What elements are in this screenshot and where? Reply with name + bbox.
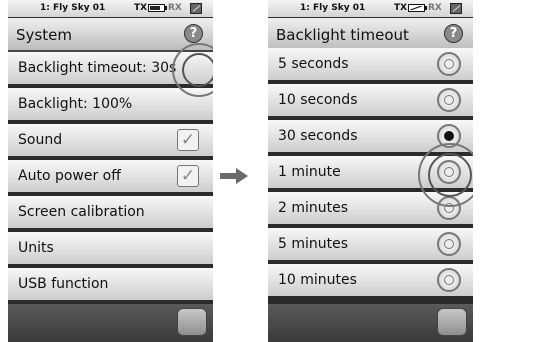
back-button[interactable] bbox=[437, 308, 467, 336]
option-label: 5 minutes bbox=[278, 236, 349, 252]
option-label: 10 minutes bbox=[278, 272, 357, 288]
option-10-seconds[interactable]: 10 seconds bbox=[268, 84, 473, 118]
radio-button[interactable] bbox=[437, 52, 461, 76]
option-5-seconds[interactable]: 5 seconds bbox=[268, 48, 473, 82]
auto-power-off-checkbox[interactable]: ✓ bbox=[177, 165, 199, 187]
back-button[interactable] bbox=[177, 308, 207, 336]
menu-item-label: Units bbox=[18, 240, 54, 256]
status-bar: 1: Fly Sky 01 TX RX bbox=[8, 0, 213, 17]
title-bar: System ? bbox=[8, 18, 213, 52]
check-icon: ✓ bbox=[180, 166, 196, 186]
tx-battery-icon bbox=[408, 4, 427, 12]
rx-signal-icon bbox=[190, 3, 202, 14]
check-icon: ✓ bbox=[180, 130, 196, 150]
menu-item-backlight-timeout[interactable]: Backlight timeout: 30s bbox=[8, 52, 213, 86]
rx-label: RX bbox=[428, 3, 442, 13]
backlight-timeout-screen: 1: Fly Sky 01 TX RX Backlight timeout ? … bbox=[268, 0, 473, 342]
model-name: 1: Fly Sky 01 bbox=[300, 3, 366, 13]
option-10-minutes[interactable]: 10 minutes bbox=[268, 264, 473, 298]
menu-item-label: Backlight timeout: 30s bbox=[18, 60, 177, 76]
menu-item-units[interactable]: Units bbox=[8, 232, 213, 266]
arrow-right-icon bbox=[220, 168, 248, 184]
radio-button[interactable] bbox=[437, 268, 461, 292]
help-icon[interactable]: ? bbox=[184, 24, 203, 43]
option-5-minutes[interactable]: 5 minutes bbox=[268, 228, 473, 262]
menu-item-label: Backlight: 100% bbox=[18, 96, 133, 112]
menu-item-screen-calibration[interactable]: Screen calibration bbox=[8, 196, 213, 230]
rx-signal-icon bbox=[450, 3, 462, 14]
menu-item-label: Screen calibration bbox=[18, 204, 145, 220]
radio-button-selected[interactable] bbox=[437, 124, 461, 148]
radio-button[interactable] bbox=[437, 160, 461, 184]
tx-label: TX bbox=[134, 3, 148, 13]
option-label: 30 seconds bbox=[278, 128, 358, 144]
option-label: 5 seconds bbox=[278, 56, 349, 72]
radio-button[interactable] bbox=[437, 88, 461, 112]
bottom-bar bbox=[8, 304, 213, 342]
menu-item-sound[interactable]: Sound ✓ bbox=[8, 124, 213, 158]
system-screen: 1: Fly Sky 01 TX RX System ? Backlight t… bbox=[8, 0, 213, 342]
model-name: 1: Fly Sky 01 bbox=[40, 3, 106, 13]
radio-button[interactable] bbox=[437, 232, 461, 256]
option-30-seconds[interactable]: 30 seconds bbox=[268, 120, 473, 154]
menu-item-label: Auto power off bbox=[18, 168, 121, 184]
help-icon[interactable]: ? bbox=[444, 24, 463, 43]
option-label: 1 minute bbox=[278, 164, 341, 180]
menu-item-label: USB function bbox=[18, 276, 109, 292]
option-label: 10 seconds bbox=[278, 92, 358, 108]
menu-item-label: Sound bbox=[18, 132, 63, 148]
title-bar: Backlight timeout ? bbox=[268, 18, 473, 52]
menu-item-usb-function[interactable]: USB function bbox=[8, 268, 213, 302]
page-title: Backlight timeout bbox=[276, 26, 409, 44]
bottom-bar bbox=[268, 304, 473, 342]
sound-checkbox[interactable]: ✓ bbox=[177, 129, 199, 151]
page-title: System bbox=[16, 26, 72, 44]
radio-button[interactable] bbox=[437, 196, 461, 220]
rx-label: RX bbox=[168, 3, 182, 13]
status-bar: 1: Fly Sky 01 TX RX bbox=[268, 0, 473, 17]
tx-battery-icon bbox=[148, 4, 167, 12]
option-2-minutes[interactable]: 2 minutes bbox=[268, 192, 473, 226]
option-label: 2 minutes bbox=[278, 200, 349, 216]
menu-item-auto-power-off[interactable]: Auto power off ✓ bbox=[8, 160, 213, 194]
option-1-minute[interactable]: 1 minute bbox=[268, 156, 473, 190]
menu-item-backlight[interactable]: Backlight: 100% bbox=[8, 88, 213, 122]
tx-label: TX bbox=[394, 3, 408, 13]
